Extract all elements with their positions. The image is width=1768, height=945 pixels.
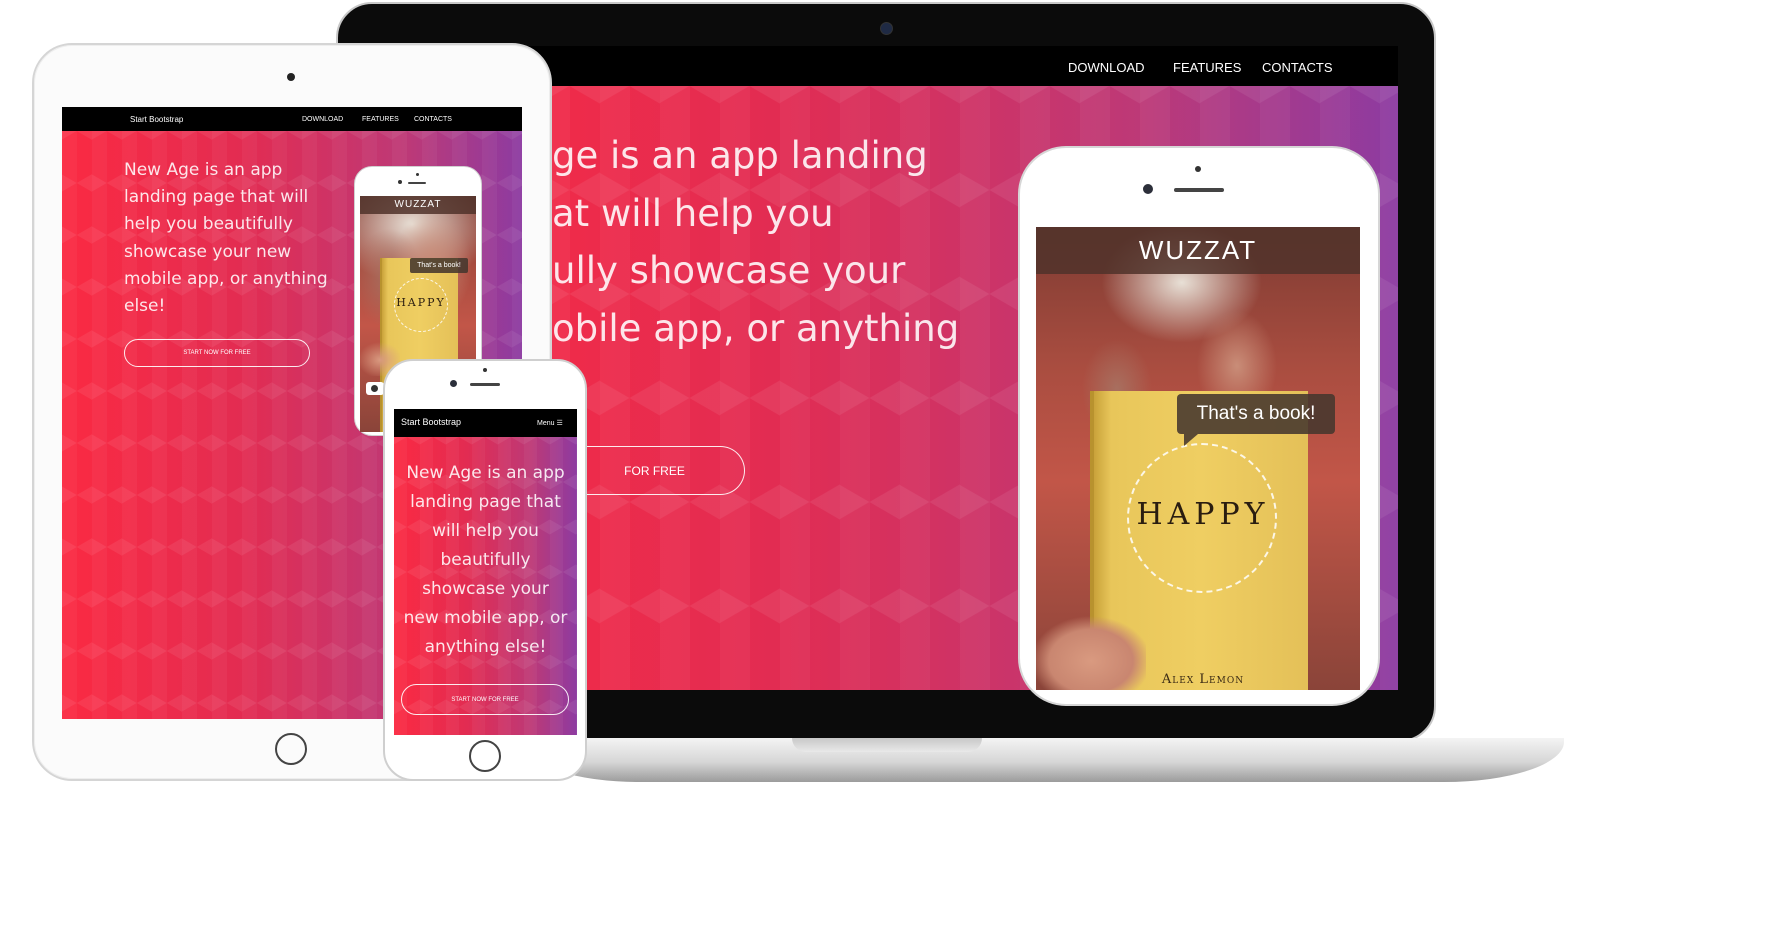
phone-brand[interactable]: Start Bootstrap — [401, 417, 461, 427]
tablet-speech-bubble: That's a book! — [410, 258, 468, 273]
laptop-phone-speaker — [1174, 188, 1224, 192]
tablet-hero-line-1: New Age is an app — [124, 160, 283, 180]
book-title: HAPPY — [1136, 497, 1270, 532]
laptop-hero-line-1: ge is an app landing — [552, 134, 928, 177]
laptop-hero-line-4: obile app, or anything — [552, 307, 960, 350]
laptop-base — [520, 738, 1564, 782]
tablet-hero-line-2: landing page that will — [124, 187, 309, 207]
tablet-hero-line-5: mobile app, or anything — [124, 269, 328, 289]
tablet-home-button[interactable] — [275, 733, 307, 765]
laptop-phone-screen: WUZZAT HAPPY Alex Lemon That's a book! — [1036, 227, 1360, 690]
phone-hero-line-5: showcase your — [422, 579, 549, 599]
phone-start-button-label: START NOW FOR FREE — [451, 696, 519, 703]
nav-contacts[interactable]: CONTACTS — [1262, 60, 1333, 75]
phone-camera — [450, 380, 457, 387]
phone-hero-line-7: anything else! — [424, 637, 547, 657]
laptop-start-button-label: FOR FREE — [624, 463, 685, 478]
phone-hero-line-2: landing page that — [410, 492, 561, 512]
camera-icon[interactable] — [366, 382, 384, 395]
phone-screen: Start Bootstrap Menu ☰ New Age is an app… — [394, 409, 577, 735]
tablet-navbar: Start Bootstrap DOWNLOAD FEATURES CONTAC… — [62, 107, 522, 131]
phone-hero-line-3: will help you — [432, 521, 539, 541]
tablet-phone-camera — [398, 180, 402, 184]
phone-hero-line-6: new mobile app, or — [403, 608, 568, 628]
phone-speaker-dot — [483, 368, 487, 372]
phone-home-button[interactable] — [469, 740, 501, 772]
tablet-brand[interactable]: Start Bootstrap — [130, 115, 183, 124]
phone-menu-label: Menu — [537, 420, 555, 427]
tablet-start-button-label: START NOW FOR FREE — [183, 350, 251, 356]
tablet-nav-download[interactable]: DOWNLOAD — [302, 116, 343, 123]
app-header: WUZZAT — [1036, 227, 1360, 274]
tablet-start-button[interactable]: START NOW FOR FREE — [124, 339, 310, 367]
camera-lens — [371, 385, 378, 392]
hamburger-icon: ☰ — [556, 420, 563, 427]
app-title: WUZZAT — [1138, 235, 1258, 265]
tablet-hero-line-4: showcase your new — [124, 242, 292, 262]
tablet-nav-features[interactable]: FEATURES — [362, 116, 399, 123]
laptop-camera — [880, 22, 893, 35]
tablet-hero-line-3: help you beautifully — [124, 214, 293, 234]
phone-menu-button[interactable]: Menu ☰ — [537, 419, 563, 427]
phone-start-button[interactable]: START NOW FOR FREE — [401, 684, 569, 715]
laptop-phone-camera — [1143, 184, 1153, 194]
tablet-phone-speaker — [408, 182, 426, 184]
tablet-app-header: WUZZAT — [360, 196, 476, 214]
tablet-speech-bubble-text: That's a book! — [417, 262, 461, 269]
tablet-nav-contacts[interactable]: CONTACTS — [414, 116, 452, 123]
phone-hero-line-1: New Age is an app — [406, 463, 565, 483]
laptop-phone-speaker-dot — [1195, 166, 1201, 172]
laptop-hero-line-3: ully showcase your — [552, 249, 906, 292]
speech-bubble-text: That's a book! — [1196, 403, 1316, 424]
laptop-hero-line-2: at will help you — [552, 192, 834, 235]
nav-download[interactable]: DOWNLOAD — [1068, 60, 1145, 75]
phone-navbar: Start Bootstrap Menu ☰ — [394, 409, 577, 437]
hand — [1036, 607, 1146, 690]
tablet-book-title: HAPPY — [396, 296, 446, 309]
laptop-notch — [792, 738, 982, 752]
tablet-phone-speaker-dot — [416, 173, 419, 176]
speech-bubble-tail — [1184, 434, 1198, 446]
phone-speaker — [470, 383, 500, 386]
nav-features[interactable]: FEATURES — [1173, 60, 1241, 75]
tablet-app-title: WUZZAT — [394, 199, 442, 210]
tablet-hero-line-6: else! — [124, 296, 166, 316]
tablet-camera — [287, 73, 295, 81]
phone-hero-line-4: beautifully — [440, 550, 531, 570]
speech-bubble: That's a book! — [1177, 394, 1335, 434]
